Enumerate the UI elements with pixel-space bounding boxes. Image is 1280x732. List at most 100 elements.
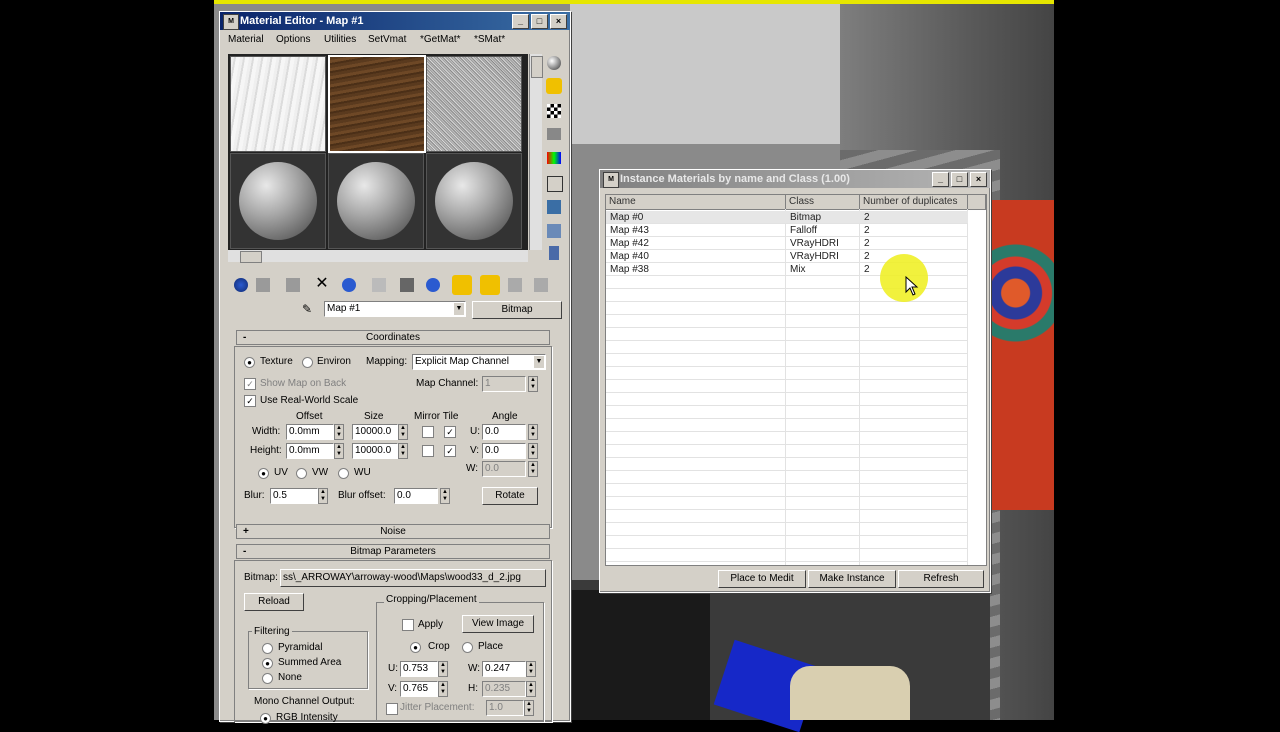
coordinates-rollout-header[interactable]: - Coordinates (236, 330, 550, 345)
show-map-icon[interactable] (426, 278, 440, 292)
u-angle-field[interactable]: 0.0 (482, 424, 526, 440)
pyramidal-radio[interactable] (262, 643, 273, 654)
row-name[interactable]: Map #42 (610, 237, 649, 250)
width-size-spinner[interactable]: ▲ ▼ (398, 424, 408, 440)
row-name[interactable]: Map #40 (610, 250, 649, 263)
jitter-spinner[interactable]: ▲ ▼ (524, 700, 534, 716)
place-radio[interactable] (462, 642, 473, 653)
slot-hscrollbar[interactable] (228, 250, 528, 263)
pick-from-object-icon[interactable] (534, 278, 548, 292)
row-class[interactable]: Mix (790, 263, 806, 276)
menu-smat[interactable]: *SMat* (474, 34, 505, 45)
blur-offset-field[interactable]: 0.0 (394, 488, 438, 504)
put-to-library-icon[interactable] (372, 278, 386, 292)
crop-h-field[interactable]: 0.235 (482, 681, 526, 697)
crop-w-spinner[interactable]: ▲ ▼ (526, 661, 536, 677)
video-color-check-icon[interactable] (547, 152, 561, 164)
get-material-icon[interactable] (234, 278, 248, 292)
width-tile-checkbox[interactable]: ✓ (444, 426, 456, 438)
refresh-button[interactable]: Refresh (898, 570, 984, 588)
menu-utilities[interactable]: Utilities (324, 34, 356, 45)
map-type-button[interactable]: Bitmap (472, 301, 562, 319)
assign-material-icon[interactable] (286, 278, 300, 292)
apply-checkbox[interactable] (402, 619, 414, 631)
row-class[interactable]: VRayHDRI (790, 250, 839, 263)
sample-type-icon[interactable] (547, 56, 561, 70)
column-header-duplicates[interactable]: Number of duplicates (860, 195, 968, 210)
height-size-spinner[interactable]: ▲ ▼ (398, 443, 408, 459)
u-angle-spinner[interactable]: ▲ ▼ (528, 424, 538, 440)
width-size-field[interactable]: 10000.0 (352, 424, 398, 440)
minimize-button[interactable]: _ (512, 14, 529, 29)
map-name-dropdown[interactable]: Map #1 ▼ (324, 301, 466, 317)
real-world-scale-checkbox[interactable]: ✓ (244, 395, 256, 407)
background-checker-icon[interactable] (547, 104, 561, 118)
texture-radio[interactable]: ● (244, 357, 255, 368)
put-to-scene-icon[interactable] (256, 278, 270, 292)
uv-radio[interactable]: ● (258, 468, 269, 479)
width-offset-field[interactable]: 0.0mm (286, 424, 334, 440)
table-row-selected[interactable] (606, 211, 968, 223)
mapping-dropdown[interactable]: Explicit Map Channel ▼ (412, 354, 546, 370)
sample-slot-wood[interactable] (328, 55, 426, 153)
row-name[interactable]: Map #38 (610, 263, 649, 276)
w-angle-field[interactable]: 0.0 (482, 461, 526, 477)
menu-options[interactable]: Options (276, 34, 310, 45)
close-button[interactable]: × (550, 14, 567, 29)
eyedropper-icon[interactable]: ✎ (302, 302, 316, 316)
rotate-button[interactable]: Rotate (482, 487, 538, 505)
wu-radio[interactable] (338, 468, 349, 479)
blur-spinner[interactable]: ▲ ▼ (318, 488, 328, 504)
menu-material[interactable]: Material (228, 34, 264, 45)
row-count[interactable]: 2 (864, 211, 870, 224)
row-class[interactable]: VRayHDRI (790, 237, 839, 250)
summed-area-radio[interactable]: ● (262, 658, 273, 669)
crop-v-field[interactable]: 0.765 (400, 681, 438, 697)
row-name[interactable]: Map #0 (610, 211, 643, 224)
backlight-icon[interactable] (546, 78, 562, 94)
sample-slot-sphere-3[interactable] (426, 153, 522, 249)
sample-slot-white[interactable] (230, 56, 326, 152)
height-offset-field[interactable]: 0.0mm (286, 443, 334, 459)
maximize-button[interactable]: □ (951, 172, 968, 187)
show-map-on-back-checkbox[interactable]: ✓ (244, 378, 256, 390)
map-channel-spinner[interactable]: ▲ ▼ (528, 376, 538, 392)
v-angle-field[interactable]: 0.0 (482, 443, 526, 459)
blur-offset-spinner[interactable]: ▲ ▼ (440, 488, 450, 504)
jitter-field[interactable]: 1.0 (486, 700, 524, 716)
w-angle-spinner[interactable]: ▲ ▼ (528, 461, 538, 477)
place-to-medit-button[interactable]: Place to Medit (718, 570, 806, 588)
minimize-button[interactable]: _ (932, 172, 949, 187)
row-class[interactable]: Falloff (790, 224, 817, 237)
crop-v-spinner[interactable]: ▲ ▼ (438, 681, 448, 697)
view-image-button[interactable]: View Image (462, 615, 534, 633)
width-mirror-checkbox[interactable] (422, 426, 434, 438)
noise-rollout-header[interactable]: + Noise (236, 524, 550, 539)
select-by-material-icon[interactable] (547, 224, 561, 238)
sample-slot-noise[interactable] (426, 56, 522, 152)
row-count[interactable]: 2 (864, 250, 870, 263)
crop-h-spinner[interactable]: ▲ ▼ (526, 681, 536, 697)
none-radio[interactable] (262, 673, 273, 684)
v-angle-spinner[interactable]: ▲ ▼ (528, 443, 538, 459)
vw-radio[interactable] (296, 468, 307, 479)
make-unique-icon[interactable] (342, 278, 356, 292)
column-header-class[interactable]: Class (786, 195, 860, 210)
uv-tiling-icon[interactable] (547, 128, 561, 140)
crop-u-field[interactable]: 0.753 (400, 661, 438, 677)
options-icon[interactable] (547, 200, 561, 214)
blur-field[interactable]: 0.5 (270, 488, 318, 504)
material-navigator-icon[interactable] (549, 246, 559, 260)
delete-icon[interactable]: ✕ (314, 276, 330, 292)
row-count[interactable]: 2 (864, 224, 870, 237)
menu-getmat[interactable]: *GetMat* (420, 34, 461, 45)
rgb-intensity-radio[interactable]: ● (260, 713, 271, 724)
bitmap-params-rollout-header[interactable]: - Bitmap Parameters (236, 544, 550, 559)
menu-setvmat[interactable]: SetVmat (368, 34, 406, 45)
sample-slot-sphere-2[interactable] (328, 153, 424, 249)
jitter-checkbox[interactable] (386, 703, 398, 715)
row-count[interactable]: 2 (864, 263, 870, 276)
maximize-button[interactable]: □ (531, 14, 548, 29)
environ-radio[interactable] (302, 357, 313, 368)
make-preview-icon[interactable] (547, 176, 563, 192)
